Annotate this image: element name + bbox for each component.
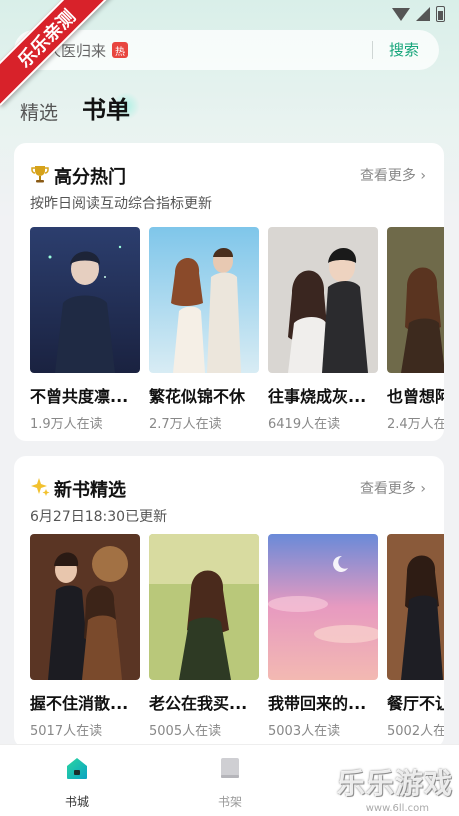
corner-watermark: 乐乐游戏	[336, 767, 453, 800]
book-title: 餐厅不让	[387, 694, 444, 713]
top-tabs: 精选 书单	[20, 90, 141, 125]
book-card[interactable]: 也曾想阿 2.4万人在	[387, 227, 444, 432]
wifi-icon	[392, 7, 410, 21]
tab-booklist[interactable]: 书单	[82, 90, 141, 125]
book-cover[interactable]	[149, 227, 259, 373]
book-cover[interactable]	[149, 534, 259, 680]
book-cover[interactable]	[268, 534, 378, 680]
book-readers: 5003人在读	[268, 724, 341, 739]
search-bar[interactable]: 人医归来 热 搜索	[14, 30, 439, 70]
nav-label: 书架	[217, 795, 242, 809]
book-readers: 6419人在读	[268, 417, 341, 432]
battery-icon	[436, 6, 445, 22]
chevron-right-icon: ›	[420, 481, 426, 497]
section-header: 新书精选	[30, 476, 126, 502]
book-cover[interactable]	[268, 227, 378, 373]
home-icon	[67, 758, 87, 779]
tab-featured[interactable]: 精选	[20, 98, 58, 125]
bottom-nav: 书城 书架 乐乐游戏 www.6ll.com	[0, 744, 459, 816]
nav-item-bookstore[interactable]: 书城	[47, 755, 107, 810]
section-top-rated: 高分热门 按昨日阅读互动综合指标更新 查看更多 › 不曾共度凛... 1.9万人…	[14, 143, 444, 441]
section-new-books: 新书精选 6月27日18:30已更新 查看更多 › 握不住消散... 5017人…	[14, 456, 444, 748]
book-title: 握不住消散...	[30, 694, 129, 713]
book-card[interactable]: 老公在我买... 5005人在读	[149, 534, 259, 739]
view-more-link[interactable]: 查看更多 ›	[360, 478, 426, 498]
chevron-right-icon: ›	[420, 168, 426, 184]
book-cover[interactable]	[30, 227, 140, 373]
book-readers: 5002人在	[387, 724, 444, 739]
trophy-icon	[30, 164, 50, 188]
book-readers: 5017人在读	[30, 724, 103, 739]
bookshelf-icon	[221, 758, 239, 778]
view-more-link[interactable]: 查看更多 ›	[360, 165, 426, 185]
book-card[interactable]: 餐厅不让 5002人在	[387, 534, 444, 739]
hot-badge: 热	[112, 42, 129, 58]
book-title: 也曾想阿	[387, 387, 444, 406]
view-more-label: 查看更多	[359, 168, 416, 184]
book-readers: 1.9万人在读	[30, 417, 103, 432]
book-readers: 2.7万人在读	[149, 417, 222, 432]
book-row: 不曾共度凛... 1.9万人在读 繁花似锦不休 2.7万人在读 往事烧成灰...…	[30, 227, 444, 432]
book-card[interactable]: 不曾共度凛... 1.9万人在读	[30, 227, 140, 432]
nav-item-bookshelf[interactable]: 书架	[200, 755, 260, 810]
section-subtitle: 按昨日阅读互动综合指标更新	[30, 196, 212, 212]
nav-label: 书城	[64, 795, 89, 809]
section-title: 高分热门	[54, 167, 126, 188]
book-card[interactable]: 我带回来的... 5003人在读	[268, 534, 378, 739]
book-title: 老公在我买...	[149, 694, 248, 713]
book-card[interactable]: 握不住消散... 5017人在读	[30, 534, 140, 739]
corner-watermark-url: www.6ll.com	[365, 803, 429, 814]
status-icons	[392, 6, 445, 22]
book-card[interactable]: 繁花似锦不休 2.7万人在读	[149, 227, 259, 432]
book-row: 握不住消散... 5017人在读 老公在我买... 5005人在读 我带回来的.…	[30, 534, 444, 739]
search-divider	[372, 41, 373, 59]
book-title: 往事烧成灰...	[268, 387, 367, 406]
book-title: 繁花似锦不休	[149, 387, 246, 406]
search-button[interactable]: 搜索	[389, 39, 419, 60]
sparkle-icon	[30, 477, 50, 501]
book-readers: 2.4万人在	[387, 417, 444, 432]
section-header: 高分热门	[30, 163, 126, 189]
book-cover[interactable]	[387, 227, 444, 373]
book-cover[interactable]	[30, 534, 140, 680]
book-title: 我带回来的...	[268, 694, 367, 713]
book-readers: 5005人在读	[149, 724, 222, 739]
section-title: 新书精选	[54, 480, 126, 501]
section-subtitle: 6月27日18:30已更新	[30, 509, 168, 525]
book-card[interactable]: 往事烧成灰... 6419人在读	[268, 227, 378, 432]
book-cover[interactable]	[387, 534, 444, 680]
book-title: 不曾共度凛...	[30, 387, 129, 406]
view-more-label: 查看更多	[359, 481, 416, 497]
signal-icon	[416, 7, 430, 21]
